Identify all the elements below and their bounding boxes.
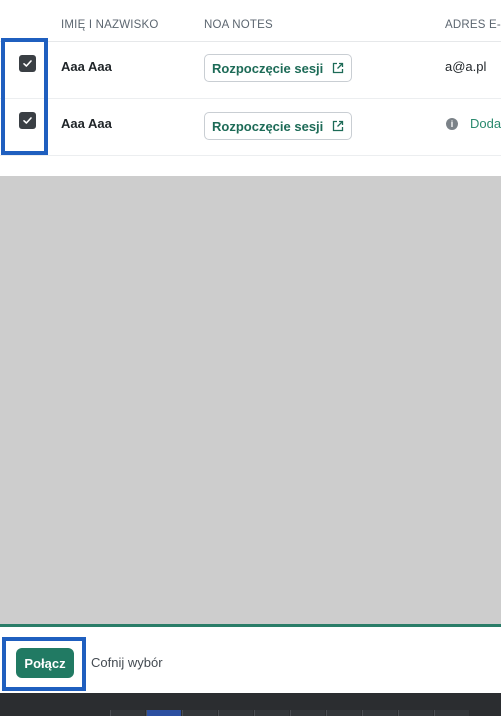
participant-email: a@a.pl — [445, 59, 487, 74]
toolbar-tab[interactable] — [290, 710, 325, 716]
participant-name: Aaa Aaa — [61, 59, 112, 74]
participant-name: Aaa Aaa — [61, 116, 112, 131]
header-notes: NOA NOTES — [204, 19, 273, 31]
table-header: IMIĘ I NAZWISKO NOA NOTES ADRES E-M — [0, 0, 501, 42]
start-session-label: Rozpoczęcie sesji — [212, 118, 324, 134]
external-link-icon — [332, 120, 344, 132]
table-row: Aaa Aaa Rozpoczęcie sesji i Doda — [0, 98, 501, 156]
header-email: ADRES E-M — [445, 19, 501, 31]
toolbar-tab[interactable] — [110, 710, 145, 716]
checkbox-highlight — [1, 38, 48, 155]
toolbar-tab[interactable] — [218, 710, 253, 716]
external-link-icon — [332, 62, 344, 74]
toolbar-tab[interactable] — [398, 710, 433, 716]
toolbar-tab[interactable] — [362, 710, 397, 716]
info-icon: i — [446, 118, 458, 130]
start-session-button[interactable]: Rozpoczęcie sesji — [204, 54, 352, 82]
start-session-button[interactable]: Rozpoczęcie sesji — [204, 112, 352, 140]
toolbar-tab[interactable] — [434, 710, 469, 716]
table-row: Aaa Aaa Rozpoczęcie sesji a@a.pl — [0, 41, 501, 99]
start-session-label: Rozpoczęcie sesji — [212, 60, 324, 76]
bottom-toolbar — [0, 693, 501, 716]
connect-highlight — [2, 637, 86, 691]
add-email-link[interactable]: Doda — [470, 116, 501, 131]
toolbar-tab[interactable] — [182, 710, 217, 716]
header-name: IMIĘ I NAZWISKO — [61, 19, 159, 31]
participants-table: IMIĘ I NAZWISKO NOA NOTES ADRES E-M Aaa … — [0, 0, 501, 176]
toolbar-tab-active[interactable] — [146, 710, 181, 716]
selection-action-bar: Połącz Cofnij wybór — [0, 624, 501, 693]
page: IMIĘ I NAZWISKO NOA NOTES ADRES E-M Aaa … — [0, 0, 501, 716]
toolbar-tab[interactable] — [326, 710, 361, 716]
toolbar-tab[interactable] — [254, 710, 289, 716]
empty-area — [0, 176, 501, 624]
undo-selection-button[interactable]: Cofnij wybór — [91, 655, 163, 670]
